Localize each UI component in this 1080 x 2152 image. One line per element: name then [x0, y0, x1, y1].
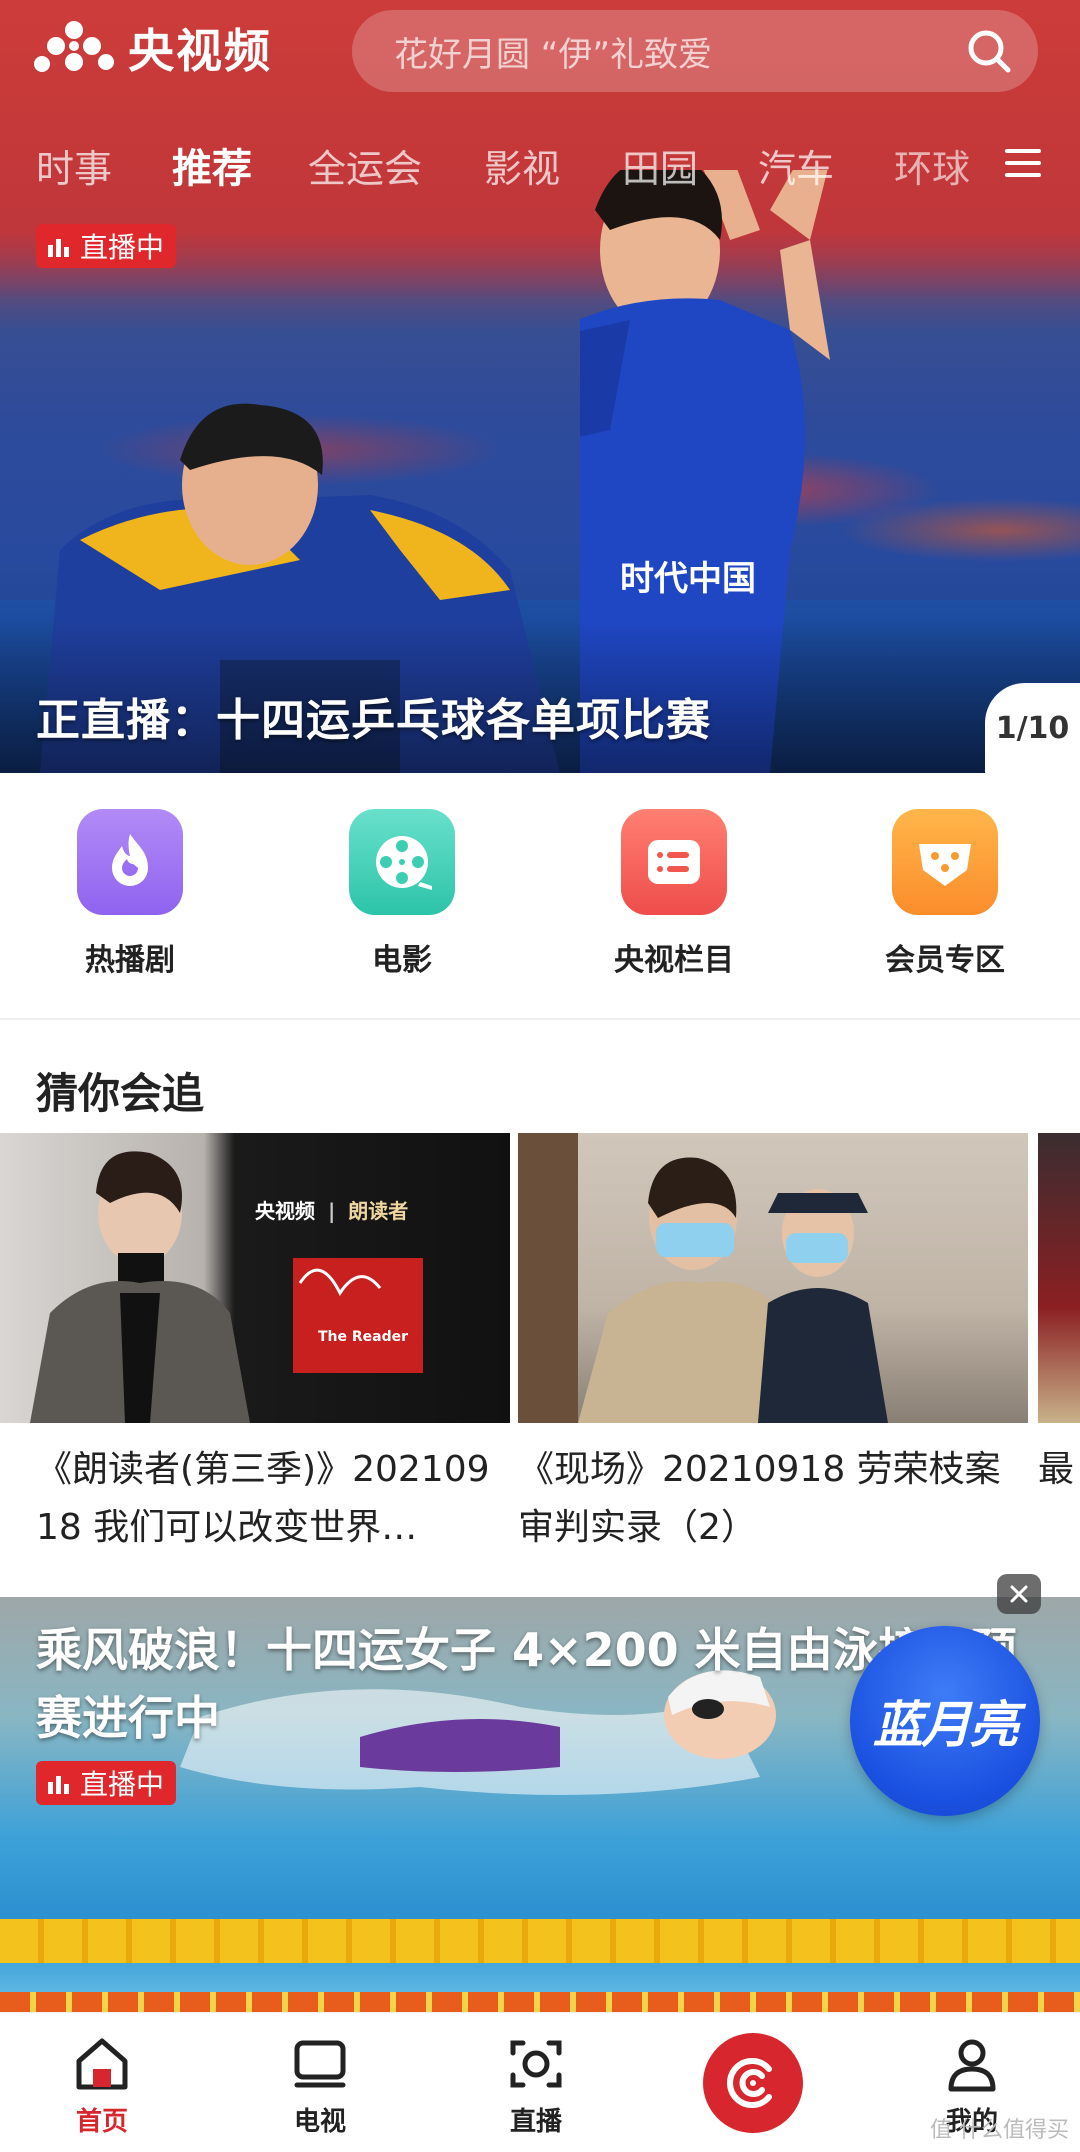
entry-hot-drama-label: 热播剧	[85, 943, 175, 978]
cctv-center-icon	[727, 2058, 772, 2108]
live-bars-icon	[48, 1776, 69, 1794]
app-logo[interactable]: 央视频	[34, 18, 272, 78]
guess-card-reader[interactable]: 央视频 | 朗读者 The Reader 《朗读者(第三季)》20210918 …	[0, 1133, 510, 1557]
section-divider	[0, 1018, 1080, 1020]
tab-shishi[interactable]: 时事	[36, 138, 112, 193]
entry-cctv-programs[interactable]: 央视栏目	[584, 809, 764, 979]
home-icon	[76, 2038, 128, 2090]
lane-rope-2	[0, 1992, 1080, 2012]
guess-card-scene-thumb	[518, 1133, 1028, 1423]
nav-live-label: 直播	[509, 2107, 562, 2137]
user-icon	[948, 2039, 996, 2092]
entry-hot-drama-tile	[77, 809, 183, 915]
hero-title[interactable]: 正直播：十四运乒乓球各单项比赛	[36, 684, 711, 748]
entry-movie-tile	[349, 809, 455, 915]
swim-live-label: 直播中	[80, 1768, 165, 1801]
hero-live-badge: 直播中	[36, 224, 177, 268]
hero-banner[interactable]: 时代中国	[0, 0, 1080, 773]
live-bars-icon	[48, 239, 69, 257]
search-placeholder: 花好月圆 “伊”礼致爱	[394, 34, 713, 75]
tab-tianyuan[interactable]: 田园	[622, 138, 698, 193]
entry-vip-zone[interactable]: 会员专区	[855, 809, 1035, 979]
scene-court-figures	[518, 1133, 888, 1423]
watermark: 值 什么值得买	[930, 2118, 1069, 2143]
search-icon[interactable]	[964, 26, 1014, 76]
tab-huanqiu[interactable]: 环球	[894, 138, 970, 193]
film-reel-icon	[376, 836, 432, 890]
cctv-center-button[interactable]	[703, 2033, 803, 2133]
hero-jersey-text: 时代中国	[620, 560, 756, 598]
reader-thumb-brand-text: 央视频	[255, 1199, 315, 1223]
swim-live-badge: 直播中	[36, 1761, 177, 1805]
entry-vip-zone-tile	[892, 809, 998, 915]
nav-tv-label: 电视	[293, 2107, 346, 2137]
entry-vip-zone-label: 会员专区	[885, 943, 1005, 978]
app-name: 央视频	[128, 24, 272, 78]
guess-card-partial-thumb	[1038, 1133, 1080, 1423]
tab-yingshi[interactable]: 影视	[484, 138, 560, 193]
vip-icon	[919, 844, 971, 886]
logo-dots-icon	[34, 21, 114, 72]
hero-live-label: 直播中	[80, 231, 165, 264]
guess-card-partial-title: 最	[1038, 1449, 1075, 1490]
tab-quanyunhui[interactable]: 全运会	[308, 138, 422, 193]
app-root: 时代中国 央视频 花好月圆 “伊”礼致爱 时事 推荐 全运会 影视 田园 汽车 …	[0, 0, 1080, 2152]
bottom-nav: 首页 电视 直播 我的	[0, 2012, 1080, 2152]
entry-cctv-programs-tile	[621, 809, 727, 915]
nav-live[interactable]: 直播	[476, 2033, 596, 2138]
floating-ad-bubble[interactable]: 蓝月亮	[850, 1626, 1040, 1816]
guess-card-partial[interactable]: 最	[1038, 1133, 1080, 1499]
close-icon	[1010, 1585, 1028, 1603]
category-tabs: 时事 推荐 全运会 影视 田园 汽车 环球	[0, 130, 1080, 200]
reader-host-figure	[30, 1151, 423, 1423]
live-camera-icon	[510, 2040, 562, 2088]
guess-card-scene[interactable]: 《现场》20210918 劳荣枝案审判实录（2）	[518, 1133, 1028, 1557]
reader-thumb-en: The Reader	[318, 1329, 409, 1345]
hamburger-icon[interactable]	[1003, 147, 1043, 179]
entry-cctv-programs-label: 央视栏目	[614, 943, 734, 978]
nav-tv[interactable]: 电视	[260, 2033, 380, 2138]
entry-hot-drama[interactable]: 热播剧	[40, 809, 220, 979]
tab-tuijian[interactable]: 推荐	[172, 136, 252, 194]
floating-ad-brand: 蓝月亮	[873, 1696, 1019, 1754]
search-bar[interactable]: 花好月圆 “伊”礼致爱	[352, 10, 1038, 92]
guess-card-scene-title: 《现场》20210918 劳荣枝案审判实录（2）	[518, 1449, 1001, 1548]
guess-section-title: 猜你会追	[36, 1069, 205, 1118]
lane-rope-1	[0, 1919, 1080, 1963]
ad-close-button[interactable]	[997, 1574, 1041, 1614]
guess-card-reader-thumb: 央视频 | 朗读者 The Reader	[0, 1133, 510, 1423]
entry-movie-label: 电影	[372, 943, 432, 978]
flame-icon	[112, 834, 148, 886]
tv-icon	[294, 2040, 346, 2088]
list-icon	[648, 840, 700, 884]
nav-home-label: 首页	[75, 2107, 128, 2137]
quick-entries: 热播剧 电影 央视栏目 会员专区	[0, 773, 1080, 1018]
reader-thumb-brand: 央视频 | 朗读者	[255, 1199, 409, 1223]
hero-pager: 1/10	[985, 683, 1080, 773]
entry-movie[interactable]: 电影	[312, 809, 492, 979]
nav-home[interactable]: 首页	[42, 2033, 162, 2138]
tab-qiche[interactable]: 汽车	[758, 138, 834, 193]
reader-thumb-show: 朗读者	[348, 1199, 409, 1223]
guess-card-reader-title: 《朗读者(第三季)》20210918 我们可以改变世界…	[36, 1449, 490, 1548]
